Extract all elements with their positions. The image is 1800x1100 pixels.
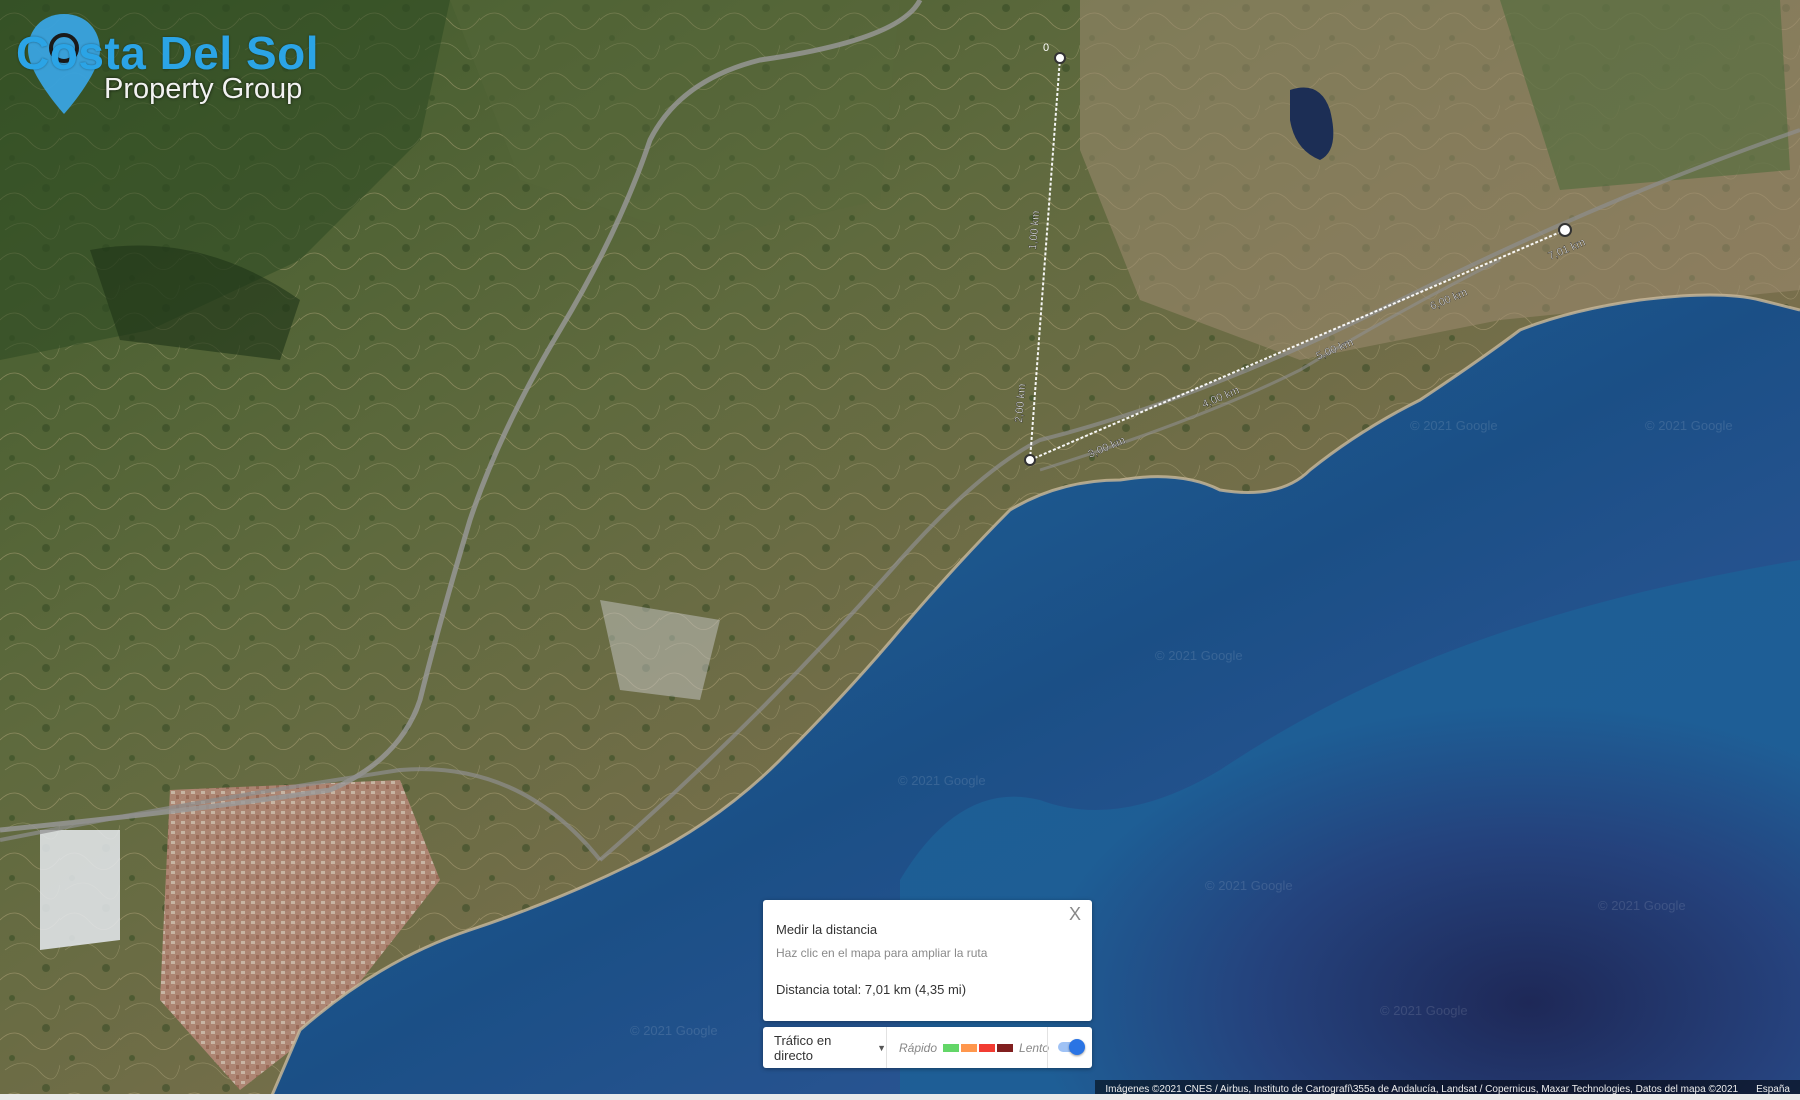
brand-subtitle: Property Group	[104, 73, 303, 105]
map-watermark: © 2021 Google	[630, 1023, 718, 1038]
route-point-mid[interactable]	[1024, 454, 1036, 466]
map-watermark: © 2021 Google	[1205, 878, 1293, 893]
svg-text:0: 0	[1043, 42, 1049, 54]
route-point-start[interactable]	[1054, 52, 1066, 64]
measure-distance-card: Medir la distancia Haz clic en el mapa p…	[763, 900, 1092, 1021]
traffic-swatch-slow	[979, 1043, 996, 1052]
brand-title: Costa Del Sol	[16, 27, 320, 79]
map-watermark: © 2021 Google	[1598, 898, 1686, 913]
brand-logo: Costa Del Sol Property Group	[8, 10, 338, 120]
map-watermark: © 2021 Google	[1380, 1003, 1468, 1018]
measure-hint: Haz clic en el mapa para ampliar la ruta	[776, 946, 988, 960]
traffic-slow-label: Lento	[1019, 1040, 1050, 1055]
map-watermark: © 2021 Google	[1645, 418, 1733, 433]
toggle-knob	[1069, 1039, 1085, 1055]
traffic-swatch-very-slow	[997, 1043, 1014, 1052]
traffic-fast-label: Rápido	[899, 1040, 938, 1055]
traffic-swatch-fast	[943, 1043, 960, 1052]
live-traffic-label: Tráfico en directo	[774, 1032, 832, 1063]
traffic-layer-control: Tráfico en directo ▼ Rápido Lento	[763, 1027, 1092, 1068]
traffic-toggle[interactable]	[1056, 1039, 1085, 1055]
bottom-strip	[0, 1094, 1800, 1100]
live-traffic-dropdown[interactable]: Tráfico en directo ▼	[763, 1027, 887, 1068]
map-watermark: © 2021 Google	[1155, 648, 1243, 663]
caret-down-icon: ▼	[877, 1042, 886, 1053]
measure-title: Medir la distancia	[776, 922, 878, 937]
traffic-swatch-medium	[961, 1043, 978, 1052]
country-link[interactable]: España	[1756, 1084, 1790, 1095]
measure-total-distance: Distancia total: 7,01 km (4,35 mi)	[776, 982, 967, 997]
attribution-text: Imágenes ©2021 CNES / Airbus, Instituto …	[1105, 1083, 1739, 1095]
divider	[1047, 1027, 1048, 1068]
map-watermark: © 2021 Google	[898, 773, 986, 788]
traffic-legend: Rápido Lento	[899, 1027, 1049, 1068]
map-watermark: © 2021 Google	[1410, 418, 1498, 433]
close-icon[interactable]: X	[1064, 903, 1086, 925]
route-point-end[interactable]	[1558, 223, 1572, 237]
